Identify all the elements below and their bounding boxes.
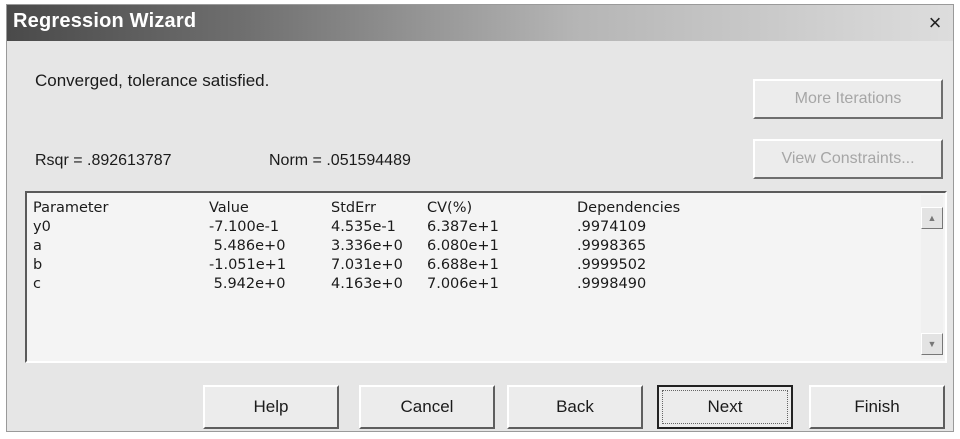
- table-row: y0 -7.100e-1 4.535e-1 6.387e+1 .9974109: [33, 218, 757, 237]
- cell-stderr: 4.163e+0: [331, 276, 403, 292]
- cell-value: -1.051e+1: [209, 257, 287, 273]
- cell-value: 5.942e+0: [209, 276, 286, 292]
- next-button[interactable]: Next: [657, 385, 793, 429]
- results-table: Parameter Value StdErr CV(%) Dependencie…: [33, 199, 757, 294]
- scroll-up-icon[interactable]: ▲: [921, 207, 943, 229]
- column-header-stderr: StdErr: [331, 200, 376, 216]
- results-header-row: Parameter Value StdErr CV(%) Dependencie…: [33, 199, 757, 218]
- table-row: c 5.942e+0 4.163e+0 7.006e+1 .9998490: [33, 275, 757, 294]
- cell-parameter: c: [33, 276, 41, 292]
- table-row: b -1.051e+1 7.031e+0 6.688e+1 .9999502: [33, 256, 757, 275]
- back-button[interactable]: Back: [507, 385, 643, 429]
- cell-value: -7.100e-1: [209, 219, 280, 235]
- finish-button[interactable]: Finish: [809, 385, 945, 429]
- regression-wizard-dialog: Regression Wizard × Converged, tolerance…: [6, 4, 954, 432]
- results-list[interactable]: Parameter Value StdErr CV(%) Dependencie…: [25, 191, 947, 363]
- norm-value: Norm = .051594489: [269, 152, 411, 169]
- cell-parameter: b: [33, 257, 43, 273]
- cell-cv: 6.387e+1: [427, 219, 499, 235]
- cancel-button[interactable]: Cancel: [359, 385, 495, 429]
- cell-parameter: y0: [33, 219, 51, 235]
- rsqr-value: Rsqr = .892613787: [35, 152, 172, 169]
- help-button[interactable]: Help: [203, 385, 339, 429]
- window-title: Regression Wizard: [13, 10, 197, 32]
- column-header-value: Value: [209, 200, 249, 216]
- cell-value: 5.486e+0: [209, 238, 286, 254]
- view-constraints-button[interactable]: View Constraints...: [753, 139, 943, 179]
- cell-cv: 7.006e+1: [427, 276, 499, 292]
- scroll-down-icon[interactable]: ▼: [921, 333, 943, 355]
- status-message: Converged, tolerance satisfied.: [35, 71, 270, 90]
- cell-cv: 6.080e+1: [427, 238, 499, 254]
- cell-dependencies: .9999502: [577, 257, 647, 273]
- table-row: a 5.486e+0 3.336e+0 6.080e+1 .9998365: [33, 237, 757, 256]
- close-icon[interactable]: ×: [923, 11, 947, 35]
- column-header-parameter: Parameter: [33, 200, 109, 216]
- results-content: Parameter Value StdErr CV(%) Dependencie…: [33, 199, 915, 357]
- cell-stderr: 4.535e-1: [331, 219, 396, 235]
- cell-stderr: 3.336e+0: [331, 238, 403, 254]
- column-header-cv: CV(%): [427, 200, 473, 216]
- vertical-scrollbar[interactable]: ▲ ▼: [921, 195, 943, 359]
- cell-parameter: a: [33, 238, 42, 254]
- more-iterations-button[interactable]: More Iterations: [753, 79, 943, 119]
- cell-cv: 6.688e+1: [427, 257, 499, 273]
- cell-dependencies: .9998365: [577, 238, 647, 254]
- title-bar[interactable]: Regression Wizard ×: [7, 5, 953, 41]
- cell-dependencies: .9998490: [577, 276, 647, 292]
- cell-stderr: 7.031e+0: [331, 257, 403, 273]
- column-header-dependencies: Dependencies: [577, 200, 681, 216]
- cell-dependencies: .9974109: [577, 219, 647, 235]
